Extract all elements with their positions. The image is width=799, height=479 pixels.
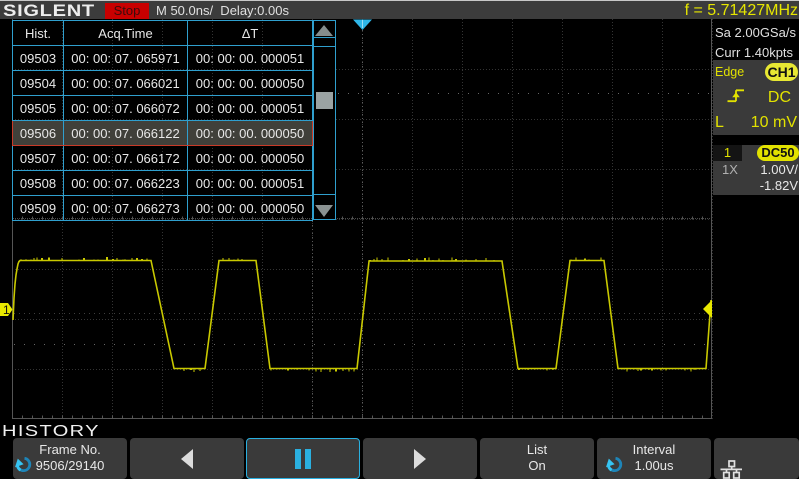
svg-text:1: 1 bbox=[3, 303, 10, 317]
